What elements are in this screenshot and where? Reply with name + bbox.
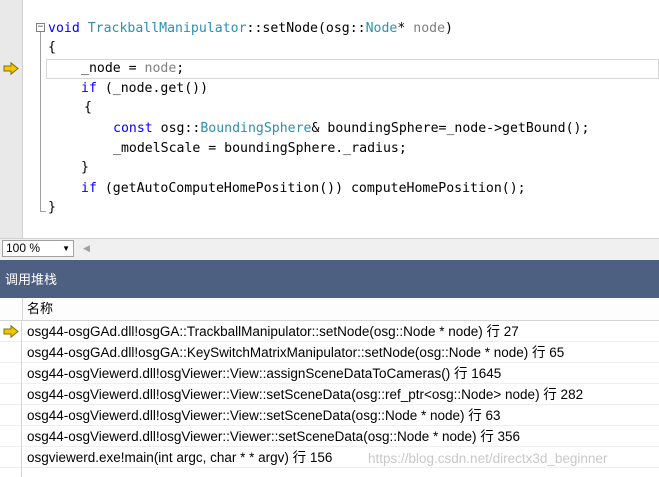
type-name: BoundingSphere	[200, 121, 312, 136]
call-stack-column-header[interactable]: 名称	[0, 298, 659, 321]
keyword: const	[113, 121, 153, 136]
frame-marker-cell	[0, 384, 22, 405]
code-line-3[interactable]: _node = node;	[81, 59, 184, 79]
keyword: if	[81, 181, 97, 196]
code-text: _modelScale = boundingSphere._radius;	[113, 141, 407, 156]
current-statement-arrow-icon	[3, 62, 19, 75]
collapse-toggle-icon[interactable]: −	[36, 23, 45, 32]
code-text: *	[397, 21, 414, 36]
brace: }	[81, 160, 89, 175]
stack-frame-text: osg44-osgGAd.dll!osgGA::TrackballManipul…	[27, 324, 519, 339]
current-frame-arrow-icon	[3, 325, 19, 338]
type-name: Node	[365, 21, 398, 36]
frame-marker-cell	[0, 321, 22, 342]
code-text: (getAutoComputeHomePosition()) computeHo…	[96, 181, 526, 196]
stack-frame-row[interactable]: osg44-osgViewerd.dll!osgViewer::View::se…	[0, 405, 659, 426]
stack-frame-row[interactable]: osg44-osgViewerd.dll!osgViewer::View::se…	[0, 384, 659, 405]
header-marker-cell	[0, 298, 23, 320]
stack-frame-text: osg44-osgViewerd.dll!osgViewer::View::se…	[27, 387, 584, 402]
keyword: void	[48, 21, 80, 36]
watermark-text: https://blog.csdn.net/directx3d_beginner	[368, 451, 608, 466]
code-text: _node =	[81, 61, 145, 76]
editor-status-bar: 100 % ▼ ◀	[0, 238, 659, 260]
keyword: if	[81, 81, 97, 96]
gutter-separator	[22, 0, 23, 238]
frame-marker-cell	[0, 405, 22, 426]
fold-guide-line	[40, 32, 41, 212]
code-line-10[interactable]: }	[48, 198, 56, 218]
brace: {	[48, 40, 56, 55]
stack-frame-text: osg44-osgViewerd.dll!osgViewer::View::se…	[27, 408, 501, 423]
code-line-1[interactable]: void TrackballManipulator::setNode(osg::…	[48, 19, 453, 39]
stack-frame-text: osg44-osgGAd.dll!osgGA::KeySwitchMatrixM…	[27, 345, 565, 360]
code-line-8[interactable]: }	[81, 158, 89, 178]
zoom-level-value: 100 %	[6, 241, 41, 255]
stack-frame-row[interactable]: osg44-osgViewerd.dll!osgViewer::Viewer::…	[0, 426, 659, 447]
code-text: (_node.get())	[96, 81, 209, 96]
chevron-down-icon: ▼	[62, 244, 70, 253]
stack-frame-text: osg44-osgViewerd.dll!osgViewer::View::as…	[27, 366, 502, 381]
column-name-label: 名称	[27, 301, 54, 316]
zoom-level-dropdown[interactable]: 100 % ▼	[2, 240, 74, 257]
code-text: & boundingSphere=_node->getBound();	[311, 121, 590, 136]
brace: {	[84, 100, 92, 115]
brace: }	[48, 200, 56, 215]
code-line-7[interactable]: _modelScale = boundingSphere._radius;	[113, 139, 407, 159]
call-stack-panel-title-bar: 调用堆栈	[0, 260, 659, 298]
fold-guide-end	[40, 211, 46, 212]
frame-marker-cell	[0, 426, 22, 447]
parameter-name: node	[144, 61, 177, 76]
code-text: ::setNode(osg::	[246, 21, 366, 36]
frame-marker-cell	[0, 363, 22, 384]
code-line-6[interactable]: const osg::BoundingSphere& boundingSpher…	[113, 119, 589, 139]
code-text: )	[445, 21, 453, 36]
code-line-2[interactable]: {	[48, 38, 56, 58]
frame-marker-cell	[0, 342, 22, 363]
editor-gutter[interactable]	[0, 0, 22, 238]
stack-frame-row[interactable]: osg44-osgViewerd.dll!osgViewer::View::as…	[0, 363, 659, 384]
stack-frame-row[interactable]: osg44-osgGAd.dll!osgGA::TrackballManipul…	[0, 321, 659, 342]
code-line-5[interactable]: {	[84, 98, 92, 118]
code-editor[interactable]: − void TrackballManipulator::setNode(osg…	[0, 0, 659, 238]
scroll-left-arrow-icon[interactable]: ◀	[83, 243, 90, 254]
stack-frame-text: osg44-osgViewerd.dll!osgViewer::Viewer::…	[27, 429, 521, 444]
stack-frame-text: osgviewerd.exe!main(int argc, char * * a…	[27, 450, 333, 465]
parameter-name: node	[413, 21, 446, 36]
class-name: TrackballManipulator	[87, 21, 247, 36]
frame-marker-cell	[0, 468, 22, 477]
code-text: ;	[176, 61, 185, 76]
stack-frame-row-partial[interactable]	[0, 468, 659, 477]
code-line-9[interactable]: if (getAutoComputeHomePosition()) comput…	[81, 179, 526, 199]
frame-marker-cell	[0, 447, 22, 468]
code-line-4[interactable]: if (_node.get())	[81, 79, 208, 99]
stack-frame-row[interactable]: osg44-osgGAd.dll!osgGA::KeySwitchMatrixM…	[0, 342, 659, 363]
code-text: osg::	[152, 121, 201, 136]
call-stack-title: 调用堆栈	[5, 272, 58, 287]
